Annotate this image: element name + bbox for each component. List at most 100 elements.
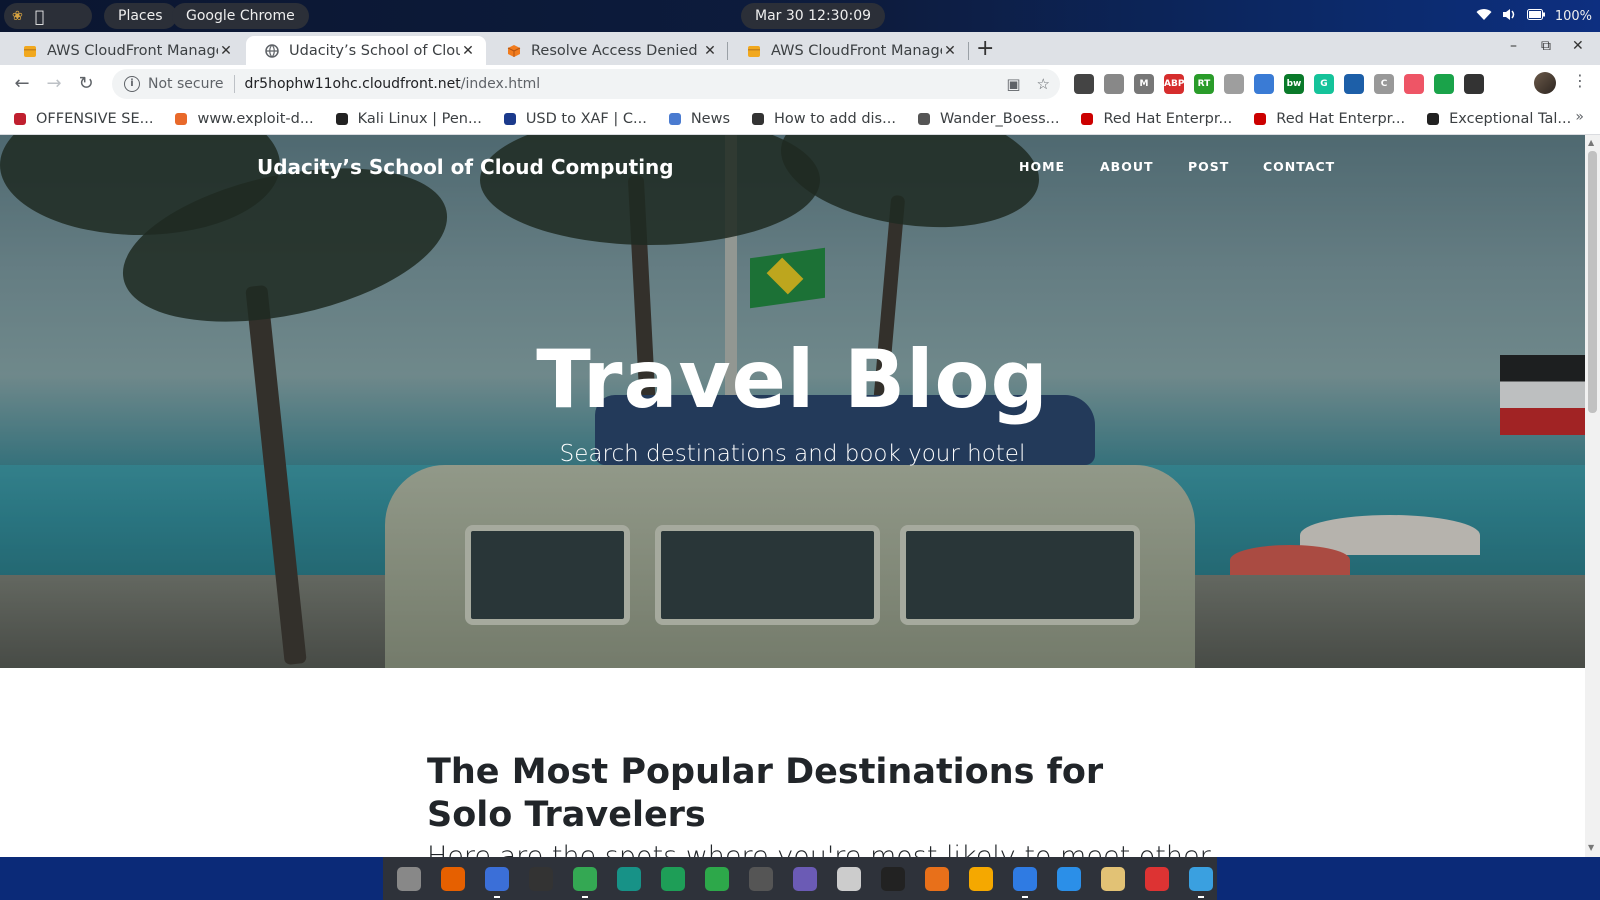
dock-icon-graphic <box>881 866 905 891</box>
dock-icon-graphic <box>529 866 553 891</box>
battery-icon <box>1526 8 1545 24</box>
post-title-link[interactable]: The Most Popular Destinations for Solo T… <box>427 751 1167 837</box>
launcher-icon[interactable] <box>393 863 425 895</box>
close-tab-icon[interactable]: ✕ <box>218 43 234 59</box>
tab-udacity[interactable]: Udacity’s School of Cloud Computing ✕ <box>246 36 486 65</box>
page-scrollbar[interactable]: ▲ ▼ <box>1585 135 1600 857</box>
tab-title: AWS CloudFront Management Console <box>771 42 942 59</box>
bookmark-item[interactable]: OFFENSIVE SE... <box>12 111 153 127</box>
offsec-icon <box>12 111 28 127</box>
tab-aws-cloudfront-2[interactable]: AWS CloudFront Management Console ✕ <box>728 36 968 65</box>
site-brand-link[interactable]: Udacity’s School of Cloud Computing <box>257 155 674 179</box>
nav-post-link[interactable]: POST <box>1188 159 1229 174</box>
cast-ext-icon[interactable] <box>1404 74 1424 94</box>
minimize-button[interactable]: – <box>1510 38 1517 54</box>
c-ext-icon[interactable]: C <box>1374 74 1394 94</box>
bug-icon[interactable] <box>745 863 777 895</box>
doc-ext-icon[interactable] <box>1224 74 1244 94</box>
bookmark-item[interactable]: Exceptional Tal... <box>1425 111 1571 127</box>
system-tray[interactable]: 100% <box>1476 3 1592 29</box>
close-tab-icon[interactable]: ✕ <box>460 43 476 59</box>
places-menu[interactable]: Places <box>104 3 177 29</box>
scrollbar-thumb[interactable] <box>1588 151 1597 413</box>
adblock-ext-icon[interactable]: ABP <box>1164 74 1184 94</box>
forward-button[interactable]: → <box>42 72 66 96</box>
terminal-icon[interactable] <box>525 863 557 895</box>
screenshot-icon[interactable] <box>1141 863 1173 895</box>
archive-icon[interactable] <box>789 863 821 895</box>
nav-home-link[interactable]: HOME <box>1019 159 1065 174</box>
clock-label: Mar 30 12:30:09 <box>755 8 872 24</box>
firefox-icon[interactable] <box>437 863 469 895</box>
close-window-button[interactable]: ✕ <box>1572 38 1584 54</box>
green-dot-ext-icon[interactable] <box>1434 74 1454 94</box>
profile-avatar[interactable] <box>1534 72 1556 94</box>
bookmark-item[interactable]: USD to XAF | C... <box>502 111 647 127</box>
kali-icon[interactable] <box>701 863 733 895</box>
puzzle-ext-icon[interactable] <box>1464 74 1484 94</box>
vscode-icon[interactable] <box>1053 863 1085 895</box>
tab-title: Resolve Access Denied Errors <box>531 42 702 59</box>
cube-ext-icon[interactable] <box>1104 74 1124 94</box>
bookmark-item[interactable]: Kali Linux | Pen... <box>334 111 482 127</box>
bookmark-item[interactable]: Red Hat Enterpr... <box>1079 111 1232 127</box>
gitkraken-icon[interactable] <box>613 863 645 895</box>
chrome-menu-icon[interactable]: ⋮ <box>1572 71 1588 90</box>
close-tab-icon[interactable]: ✕ <box>942 43 958 59</box>
tab-resolve-access-denied[interactable]: Resolve Access Denied Errors ✕ <box>488 36 728 65</box>
new-tab-button[interactable]: + <box>976 36 994 61</box>
bookmark-item[interactable]: Red Hat Enterpr... <box>1252 111 1405 127</box>
security-label[interactable]: Not secure <box>148 76 224 92</box>
dock-icon-graphic <box>925 866 949 891</box>
sitemap-ext-icon[interactable] <box>1254 74 1274 94</box>
mask-icon[interactable] <box>877 863 909 895</box>
page-viewport: Udacity’s School of Cloud Computing HOME… <box>0 135 1585 857</box>
network-icon[interactable] <box>1185 863 1217 898</box>
scroll-up-icon[interactable]: ▲ <box>1588 138 1594 147</box>
address-bar[interactable]: i Not secure dr5hophw11ohc.cloudfront.ne… <box>112 69 1060 99</box>
close-tab-icon[interactable]: ✕ <box>702 43 718 59</box>
bookmark-star-icon[interactable]: ☆ <box>1037 75 1050 93</box>
install-app-icon[interactable]: ▣ <box>1006 75 1020 93</box>
tab-aws-cloudfront-1[interactable]: AWS CloudFront Management Console ✕ <box>4 36 244 65</box>
bookmark-item[interactable]: Wander_Boess... <box>916 111 1059 127</box>
dock-icon-graphic <box>1189 866 1213 891</box>
nav-about-link[interactable]: ABOUT <box>1100 159 1154 174</box>
settings-icon[interactable] <box>833 863 865 895</box>
download-ext-icon[interactable] <box>1074 74 1094 94</box>
info-icon[interactable]: i <box>124 76 140 92</box>
slides-icon[interactable] <box>921 863 953 895</box>
exploit-db-icon <box>173 111 189 127</box>
redhat-icon <box>1252 111 1268 127</box>
bookmarks-overflow-icon[interactable]: » <box>1575 109 1584 125</box>
tampermonkey-ext-icon[interactable] <box>1344 74 1364 94</box>
maximize-button[interactable]: ⧉ <box>1541 38 1551 54</box>
chrome-icon[interactable] <box>569 863 601 898</box>
files-icon[interactable] <box>481 863 513 898</box>
dock-icon-graphic <box>397 866 421 891</box>
activities-button[interactable]: ❀  <box>4 3 92 29</box>
bookmark-label: Exceptional Tal... <box>1449 110 1572 127</box>
redhat-icon <box>1079 111 1095 127</box>
spreadsheet-icon[interactable] <box>657 863 689 895</box>
bookmark-label: Red Hat Enterpr... <box>1103 110 1233 127</box>
dock-icon-graphic <box>573 866 597 891</box>
docs-icon[interactable] <box>1009 863 1041 898</box>
bookmark-item[interactable]: How to add dis... <box>750 111 896 127</box>
app-menu[interactable]: Google Chrome <box>172 3 309 29</box>
bw-ext-icon[interactable]: bw <box>1284 74 1304 94</box>
back-button[interactable]: ← <box>10 72 34 96</box>
scroll-down-icon[interactable]: ▼ <box>1588 843 1594 852</box>
m-ext-icon[interactable]: M <box>1134 74 1154 94</box>
rt-ext-icon[interactable]: RT <box>1194 74 1214 94</box>
bookmark-item[interactable]: www.exploit-d... <box>173 111 314 127</box>
omnibox-actions: ▣ ☆ <box>1006 75 1050 93</box>
keep-icon[interactable] <box>965 863 997 895</box>
grammarly-ext-icon[interactable]: G <box>1314 74 1334 94</box>
editor-icon[interactable] <box>1097 863 1129 895</box>
nav-contact-link[interactable]: CONTACT <box>1263 159 1335 174</box>
clock[interactable]: Mar 30 12:30:09 <box>741 3 886 29</box>
dock-icon-graphic <box>969 866 993 891</box>
bookmark-item[interactable]: News <box>667 111 730 127</box>
reload-button[interactable]: ↻ <box>74 72 98 96</box>
